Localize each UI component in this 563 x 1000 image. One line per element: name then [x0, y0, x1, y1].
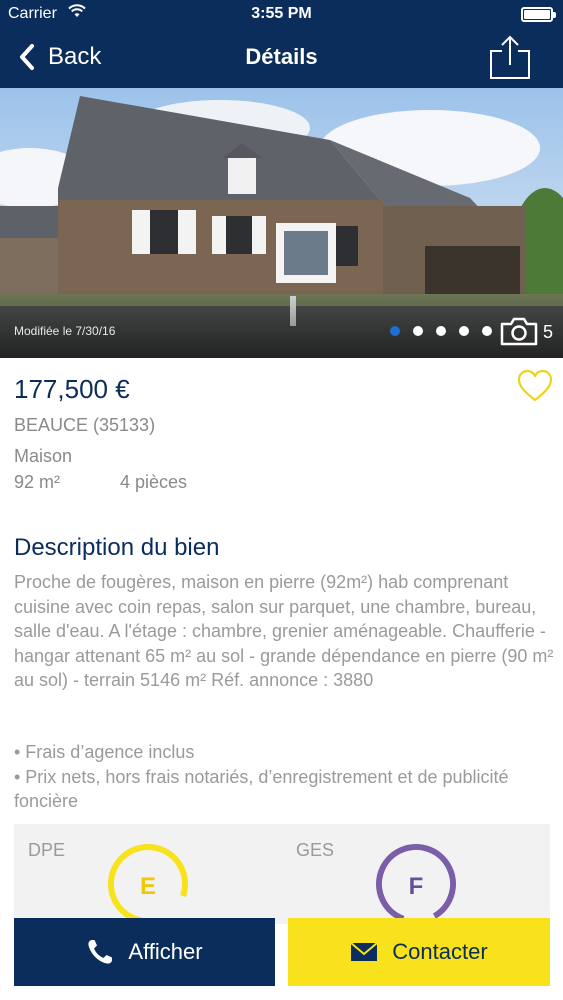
phone-icon [88, 940, 113, 964]
page-title: Détails [245, 44, 318, 69]
dpe-label: DPE [28, 840, 66, 860]
share-icon[interactable] [487, 34, 533, 80]
carousel-dot[interactable] [436, 326, 446, 336]
house-photo [0, 88, 563, 358]
dpe-grade: E [140, 873, 156, 900]
energy-panel: DPE E GES F [14, 824, 550, 924]
battery-icon [521, 7, 556, 22]
ges-gauge: F [376, 844, 456, 924]
carousel-dots[interactable] [390, 326, 492, 336]
property-surface: 92 m² [14, 472, 61, 492]
status-bar: Carrier 3:55 PM [0, 0, 563, 30]
contacter-label: Contacter [392, 939, 488, 964]
property-type: Maison [14, 446, 73, 466]
dpe-gauge: E [108, 844, 188, 924]
fee-note: • Frais d’agence inclus [14, 742, 195, 762]
heart-icon[interactable] [516, 368, 554, 404]
camera-icon [500, 317, 538, 346]
fee-note: • Prix nets, hors frais notariés, d’enre… [14, 766, 509, 812]
carousel-dot[interactable] [413, 326, 423, 336]
afficher-button[interactable]: Afficher [14, 918, 275, 986]
listing-location: BEAUCE (35133) [14, 415, 156, 435]
description-text: Proche de fougères, maison en pierre (92… [14, 572, 554, 690]
clock: 3:55 PM [251, 5, 312, 22]
ges-label: GES [296, 840, 335, 860]
modified-date: Modifiée le 7/30/16 [14, 324, 116, 338]
listing-price: 177,500 € [14, 374, 130, 404]
description-title: Description du bien [14, 534, 220, 561]
fee-notes: • Frais d’agence inclus • Prix nets, hor… [14, 740, 554, 814]
top-bar: Carrier 3:55 PM Back Détails [0, 0, 563, 88]
afficher-label: Afficher [128, 939, 203, 964]
photo-carousel[interactable]: Modifiée le 7/30/16 5 [0, 88, 563, 358]
property-rooms: 4 pièces [120, 472, 188, 492]
carousel-dot[interactable] [482, 326, 492, 336]
photo-count: 5 [543, 322, 554, 342]
carousel-dot[interactable] [390, 326, 400, 336]
ges-grade: F [409, 873, 424, 900]
envelope-icon [350, 942, 378, 961]
contacter-button[interactable]: Contacter [288, 918, 550, 986]
carousel-dot[interactable] [459, 326, 469, 336]
